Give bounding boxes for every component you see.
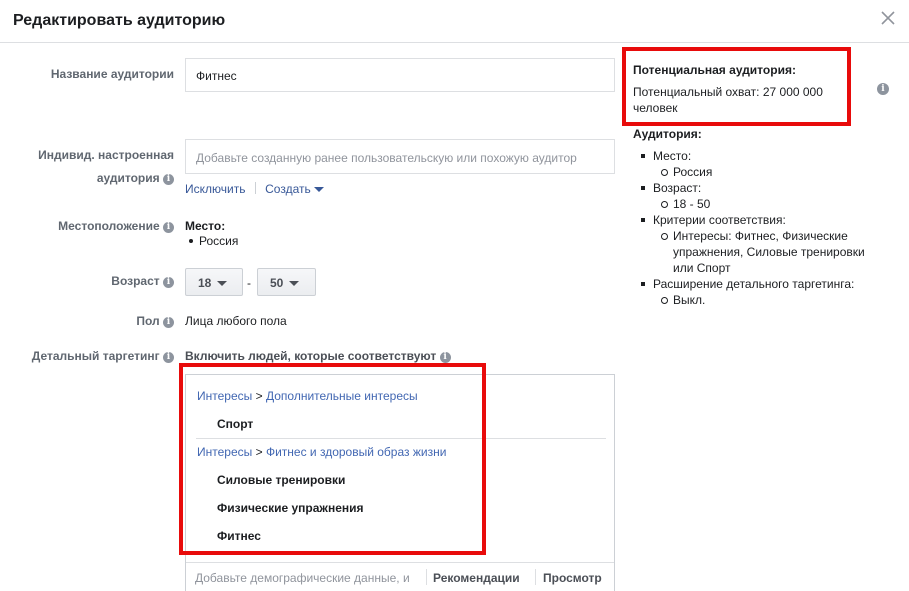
create-link-label: Создать bbox=[265, 182, 311, 196]
summary-age-value: 18 - 50 bbox=[673, 197, 711, 211]
gender-value: Лица любого пола bbox=[185, 314, 287, 328]
create-link[interactable]: Создать bbox=[265, 182, 324, 196]
highlight-box-reach bbox=[622, 47, 851, 126]
age-max-value: 50 bbox=[270, 276, 284, 290]
custom-audience-actions: Исключить Создать bbox=[185, 182, 324, 196]
summary-place-value: Россия bbox=[673, 165, 713, 179]
age-max-select[interactable]: 50 bbox=[257, 268, 316, 296]
age-min-select[interactable]: 18 bbox=[185, 268, 243, 296]
location-heading: Место: bbox=[185, 219, 226, 233]
divider bbox=[535, 569, 536, 585]
bullet-icon bbox=[189, 239, 193, 243]
exclude-link[interactable]: Исключить bbox=[185, 182, 245, 196]
custom-audience-label-line1: Индивид. настроенная bbox=[38, 148, 174, 162]
include-text: Включить людей, которые соответствуют i bbox=[185, 349, 451, 363]
audience-summary-heading: Аудитория: bbox=[633, 127, 702, 141]
link-divider bbox=[254, 182, 256, 194]
age-label: Возраст i bbox=[20, 274, 174, 288]
location-label-text: Местоположение bbox=[58, 219, 160, 233]
detailed-targeting-label: Детальный таргетинг i bbox=[10, 349, 174, 363]
list-item: Место: Россия bbox=[633, 148, 865, 180]
chevron-down-icon bbox=[217, 281, 228, 286]
chevron-down-icon bbox=[313, 187, 324, 192]
info-icon[interactable]: i bbox=[877, 83, 889, 95]
gender-label-text: Пол bbox=[136, 314, 160, 328]
info-icon[interactable]: i bbox=[163, 222, 174, 233]
list-item: Критерии соответствия: Интересы: Фитнес,… bbox=[633, 212, 865, 276]
audience-name-label: Название аудитории bbox=[50, 67, 174, 81]
info-icon[interactable]: i bbox=[163, 352, 174, 363]
audience-name-value: Фитнес bbox=[196, 69, 237, 83]
list-item: Россия bbox=[653, 164, 865, 180]
list-item: Выкл. bbox=[653, 292, 865, 308]
info-icon[interactable]: i bbox=[163, 317, 174, 328]
summary-criteria-line2: упражнения, Силовые тренировки bbox=[673, 245, 865, 259]
summary-age-label: Возраст: bbox=[653, 181, 702, 195]
location-item: Россия bbox=[189, 234, 238, 248]
location-label: Местоположение i bbox=[20, 219, 174, 233]
location-value: Россия bbox=[199, 234, 239, 248]
detailed-targeting-label-text: Детальный таргетинг bbox=[31, 349, 160, 363]
dialog-header: Редактировать аудиторию bbox=[0, 0, 909, 43]
list-item: Интересы: Фитнес, Физические упражнения,… bbox=[653, 228, 865, 276]
browse-button[interactable]: Просмотр bbox=[543, 571, 602, 585]
summary-criteria-label: Критерии соответствия: bbox=[653, 213, 786, 227]
age-dash: - bbox=[247, 276, 251, 290]
chevron-down-icon bbox=[289, 281, 300, 286]
age-label-text: Возраст bbox=[111, 274, 160, 288]
summary-criteria-line1: Интересы: Фитнес, Физические bbox=[673, 229, 848, 243]
close-icon[interactable] bbox=[878, 8, 898, 28]
list-item: Возраст: 18 - 50 bbox=[633, 180, 865, 212]
include-text-label: Включить людей, которые соответствуют bbox=[185, 349, 437, 363]
targeting-search-bar: Добавьте демографические данные, и Реком… bbox=[186, 562, 614, 591]
summary-criteria-line3: или Спорт bbox=[673, 261, 731, 275]
list-item: 18 - 50 bbox=[653, 196, 865, 212]
custom-audience-label: Индивид. настроенная аудитория i bbox=[10, 144, 174, 190]
age-min-value: 18 bbox=[198, 276, 212, 290]
info-icon[interactable]: i bbox=[163, 277, 174, 288]
summary-place-label: Место: bbox=[653, 149, 692, 163]
divider bbox=[426, 569, 427, 585]
custom-audience-placeholder: Добавьте созданную ранее пользовательску… bbox=[196, 151, 577, 165]
custom-audience-label-line2: аудитория bbox=[96, 171, 160, 185]
info-icon[interactable]: i bbox=[163, 174, 174, 185]
targeting-search-input[interactable]: Добавьте демографические данные, и bbox=[195, 571, 420, 585]
info-icon[interactable]: i bbox=[439, 352, 451, 363]
summary-expansion-label: Расширение детального таргетинга: bbox=[653, 277, 855, 291]
audience-summary-list: Место: Россия Возраст: 18 - 50 Критерии … bbox=[633, 148, 865, 308]
gender-label: Пол i bbox=[20, 314, 174, 328]
summary-expansion-value: Выкл. bbox=[673, 293, 706, 307]
list-item: Расширение детального таргетинга: Выкл. bbox=[633, 276, 865, 308]
custom-audience-input[interactable]: Добавьте созданную ранее пользовательску… bbox=[185, 139, 615, 174]
highlight-box-targeting bbox=[179, 363, 486, 555]
audience-name-input[interactable]: Фитнес bbox=[185, 58, 615, 92]
recommendations-button[interactable]: Рекомендации bbox=[433, 571, 520, 585]
dialog-title: Редактировать аудиторию bbox=[13, 12, 226, 29]
